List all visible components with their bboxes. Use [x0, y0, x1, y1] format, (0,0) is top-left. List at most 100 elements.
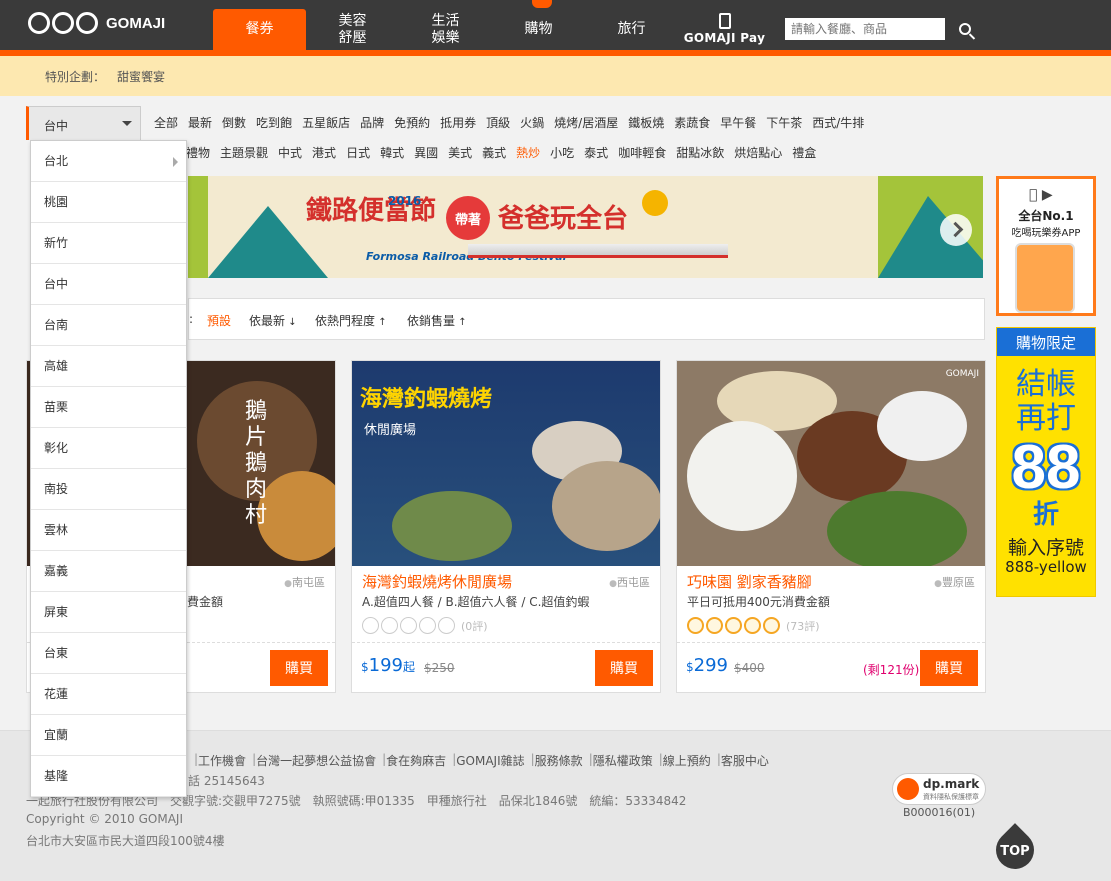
category-link[interactable]: 全部 [154, 114, 178, 131]
category-link[interactable]: 禮盒 [792, 144, 816, 161]
category-link[interactable]: 燒烤/居酒屋 [554, 114, 618, 131]
city-option[interactable]: 雲林 [31, 510, 186, 551]
category-link[interactable]: 烘焙點心 [734, 144, 782, 161]
category-link[interactable]: 禮物 [186, 144, 210, 161]
category-link[interactable]: 主題景觀 [220, 144, 268, 161]
category-link[interactable]: 火鍋 [520, 114, 544, 131]
category-link[interactable]: 美式 [448, 144, 472, 161]
pay-label: GOMAJI Pay [683, 30, 766, 45]
currency-symbol: $ [361, 660, 369, 674]
city-option-label: 苗栗 [44, 400, 69, 414]
nav-tab-life[interactable]: 生活 娛樂 [399, 9, 492, 50]
city-option[interactable]: 高雄 [31, 346, 186, 387]
category-link[interactable]: 日式 [346, 144, 370, 161]
app-ad[interactable]:  ▶ 全台No.1 吃喝玩樂券APP [996, 176, 1096, 316]
city-option[interactable]: 苗栗 [31, 387, 186, 428]
banner-next-arrow-icon[interactable] [940, 214, 972, 246]
category-link[interactable]: 鐵板燒 [628, 114, 664, 131]
category-link[interactable]: 小吃 [550, 144, 574, 161]
category-link[interactable]: 義式 [482, 144, 506, 161]
category-link[interactable]: 品牌 [360, 114, 384, 131]
gomaji-logo[interactable]: GOMAJI [28, 6, 180, 40]
category-link[interactable]: 泰式 [584, 144, 608, 161]
nav-tab-beauty[interactable]: 美容 舒壓 [306, 9, 399, 50]
city-option[interactable]: 台東 [31, 633, 186, 674]
category-link[interactable]: 倒數 [222, 114, 246, 131]
category-link[interactable]: 五星飯店 [302, 114, 350, 131]
category-link[interactable]: 甜點冰飲 [676, 144, 724, 161]
category-link[interactable]: 素蔬食 [674, 114, 710, 131]
special-link[interactable]: 甜蜜饗宴 [117, 68, 165, 85]
buy-button[interactable]: 購買 [270, 650, 328, 686]
sort-sales[interactable]: 依銷售量 [407, 312, 467, 329]
city-option[interactable]: 台中 [31, 264, 186, 305]
sort-newest[interactable]: 依最新 [249, 312, 297, 329]
sort-colon: : [189, 312, 194, 326]
footer-link[interactable]: 台灣一起夢想公益協會 [256, 752, 376, 769]
footer-link[interactable]: 客服中心 [721, 752, 769, 769]
deal-card[interactable]: GOMAJI 巧味園 劉家香豬腳 豐原區 平日可抵用400元消費金額 (73評)… [676, 360, 986, 693]
search-button[interactable] [950, 16, 980, 42]
ad-88-zhe: 折 [1032, 500, 1059, 530]
city-option[interactable]: 嘉義 [31, 551, 186, 592]
search-input[interactable] [785, 18, 945, 40]
footer-link[interactable]: 線上預約 [663, 752, 711, 769]
category-link[interactable]: 免預約 [394, 114, 430, 131]
rating: (0評) [362, 617, 488, 634]
city-select[interactable]: 台中 [26, 106, 141, 140]
city-option[interactable]: 台南 [31, 305, 186, 346]
deal-image: 海灣釣蝦燒烤 休閒廣場 [352, 361, 660, 566]
original-price: $250 [424, 661, 455, 675]
footer-links: | 工作機會 | 台灣一起夢想公益協會 | 食在夠麻吉 | GOMAJI雜誌 | 服務條款 | 隱私權… [188, 752, 769, 769]
discount-88-ad[interactable]: 購物限定 結帳 再打 88 折 輸入序號 888-yellow [996, 327, 1096, 597]
nav-tab-gomaji-pay[interactable]: GOMAJI Pay [678, 9, 771, 50]
sort-popular[interactable]: 依熱門程度 [315, 312, 387, 329]
category-link[interactable]: 早午餐 [720, 114, 756, 131]
city-option[interactable]: 基隆 [31, 756, 186, 797]
category-link[interactable]: 中式 [278, 144, 302, 161]
dpmark-text: dp.mark [923, 777, 980, 791]
city-option[interactable]: 台北 [31, 141, 186, 182]
deal-name[interactable]: 海灣釣蝦燒烤休閒廣場 [362, 571, 512, 592]
app-store-icon:  ▶ [1029, 187, 1053, 203]
category-link[interactable]: 異國 [414, 144, 438, 161]
smiley-icon [763, 617, 780, 634]
nav-tab-food[interactable]: 餐券 [213, 9, 306, 50]
category-row-1: 全部 最新 倒數 吃到飽 五星飯店 品牌 免預約 抵用券 頂級 火鍋 燒烤/居酒屋 鐵板燒 素蔬食 早午餐… [154, 114, 874, 131]
city-option[interactable]: 新竹 [31, 223, 186, 264]
city-option[interactable]: 南投 [31, 469, 186, 510]
category-link[interactable]: 最新 [188, 114, 212, 131]
footer-link[interactable]: GOMAJI雜誌 [456, 752, 524, 769]
city-option[interactable]: 彰化 [31, 428, 186, 469]
category-link[interactable]: 頂級 [486, 114, 510, 131]
sort-default[interactable]: 預設 [207, 312, 231, 329]
buy-button[interactable]: 購買 [595, 650, 653, 686]
category-link[interactable]: 抵用券 [440, 114, 476, 131]
category-link[interactable]: 吃到飽 [256, 114, 292, 131]
category-link[interactable]: 咖啡輕食 [618, 144, 666, 161]
dpmark-badge[interactable]: dp.mark 資料隱私保護標章 [892, 773, 986, 805]
back-to-top-button[interactable]: TOP [988, 821, 1042, 877]
buy-button[interactable]: 購買 [920, 650, 978, 686]
footer-link[interactable]: 食在夠麻吉 [386, 752, 446, 769]
city-option[interactable]: 桃園 [31, 182, 186, 223]
deal-image-title: 鵝片鵝肉村 [245, 399, 268, 528]
nav-tab-travel[interactable]: 旅行 [585, 9, 678, 50]
city-option[interactable]: 屏東 [31, 592, 186, 633]
deal-name[interactable]: 巧味園 劉家香豬腳 [687, 571, 812, 592]
category-link[interactable]: 下午茶 [766, 114, 802, 131]
category-link[interactable]: 西式/牛排 [812, 114, 864, 131]
city-option[interactable]: 宜蘭 [31, 715, 186, 756]
dpmark-icon [897, 778, 919, 800]
promo-banner[interactable]: 鐵路便當節 2016 帶著 爸爸玩全台 Formosa Railroad Ben… [188, 176, 983, 278]
category-link[interactable]: 熱炒 [516, 144, 540, 161]
nav-tab-shopping[interactable]: 購物 [492, 0, 585, 50]
footer-link[interactable]: 工作機會 [198, 752, 246, 769]
footer-link[interactable]: 隱私權政策 [593, 752, 653, 769]
city-option-label: 南投 [44, 482, 69, 496]
city-option[interactable]: 花蓮 [31, 674, 186, 715]
footer-link[interactable]: 服務條款 [535, 752, 583, 769]
deal-card[interactable]: 海灣釣蝦燒烤 休閒廣場 海灣釣蝦燒烤休閒廣場 西屯區 A.超值四人餐 / B.超… [351, 360, 661, 693]
category-link[interactable]: 港式 [312, 144, 336, 161]
category-link[interactable]: 韓式 [380, 144, 404, 161]
